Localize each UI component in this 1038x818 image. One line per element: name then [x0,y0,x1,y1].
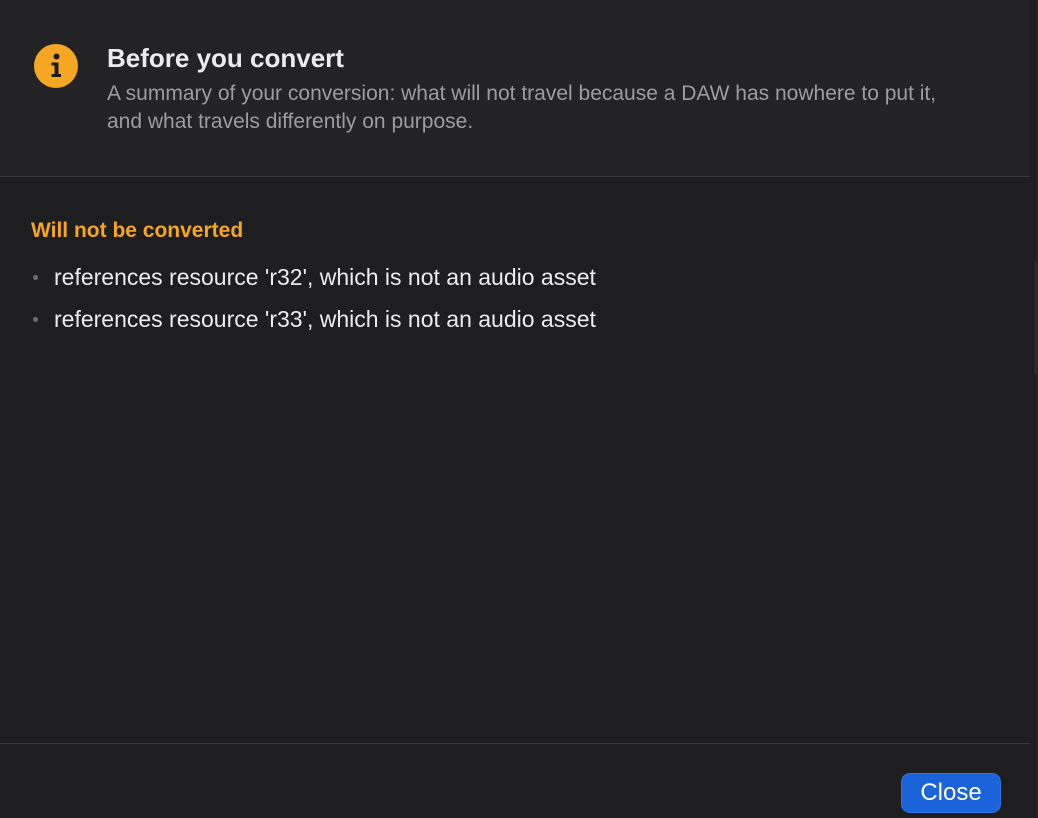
list-item: references resource 'r33', which is not … [31,298,596,340]
section-title-not-converted: Will not be converted [31,219,244,242]
list-item-text: references resource 'r32', which is not … [54,264,596,290]
bullet-icon [33,274,38,280]
scroll-edge [1034,262,1037,374]
dialog-footer: Close [0,743,1030,818]
close-button[interactable]: Close [901,773,1001,813]
dialog-title: Before you convert [107,43,344,73]
not-converted-list: references resource 'r32', which is not … [31,256,596,340]
bullet-icon [33,316,38,322]
dialog-header: Before you convert A summary of your con… [0,0,1030,177]
list-item-text: references resource 'r33', which is not … [54,306,596,332]
info-icon [34,44,78,88]
list-item: references resource 'r32', which is not … [31,256,596,298]
conversion-summary-dialog: Before you convert A summary of your con… [0,0,1038,818]
dialog-subtitle: A summary of your conversion: what will … [107,82,937,133]
